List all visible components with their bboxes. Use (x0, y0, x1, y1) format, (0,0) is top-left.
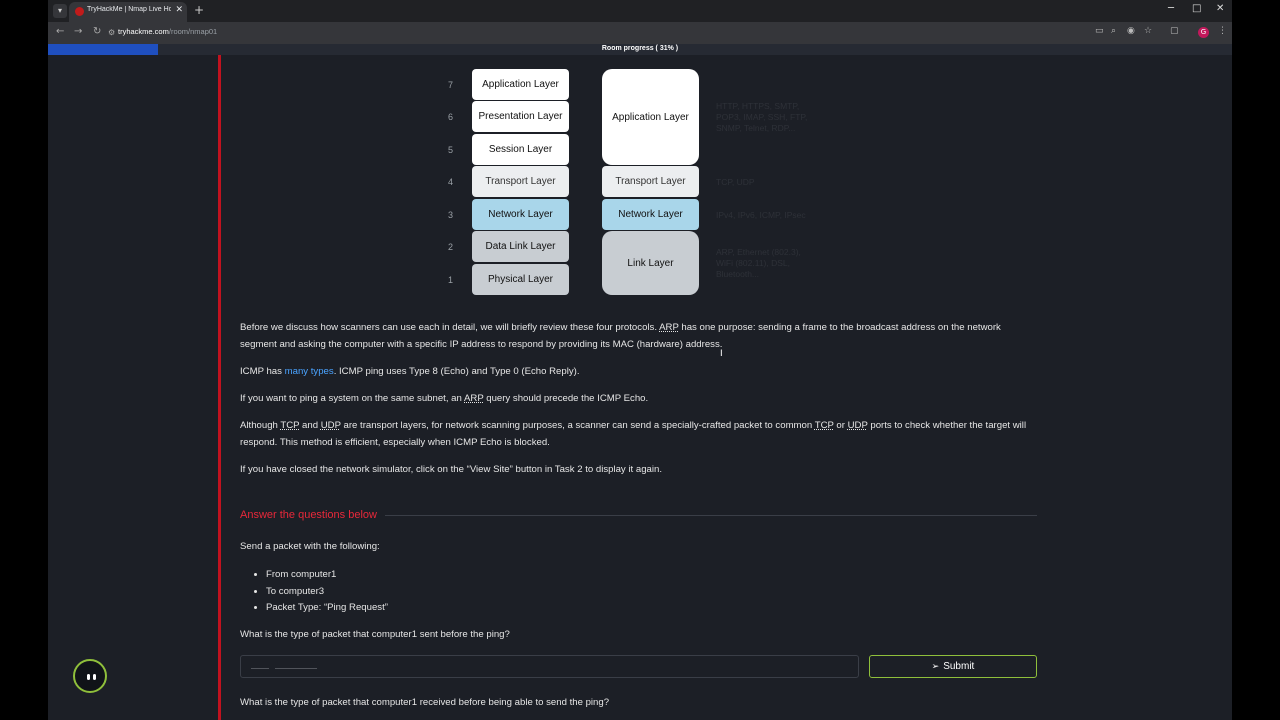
arp-abbr: ARP (659, 322, 679, 333)
submit-label: Submit (943, 661, 975, 672)
tcpip-application-layer: Application Layer (602, 69, 699, 165)
layer-number: 6 (448, 112, 454, 122)
bookmark-star-icon[interactable]: ☆ (1144, 26, 1152, 36)
minimize-icon[interactable]: ─ (1168, 3, 1174, 14)
link-protocols: ARP, Ethernet (802.3), WiFi (802.11), DS… (716, 247, 801, 279)
tab-search-icon[interactable]: ▾ (53, 4, 67, 18)
text-cursor-icon: I (720, 349, 723, 359)
layer-number: 1 (448, 275, 454, 285)
address-bar: ← → ↻ ⚙ tryhackme.com/room/nmap01 ▭ ⌕ ◉ … (48, 22, 1232, 44)
url-path: /room/nmap01 (168, 27, 218, 36)
osi-physical-layer: Physical Layer (472, 264, 569, 295)
tcpip-network-layer: Network Layer (602, 199, 699, 230)
browser-window: ▾ TryHackMe | Nmap Live Host D ✕ + ─ □ ✕… (48, 0, 1232, 720)
tcpip-transport-layer: Transport Layer (602, 166, 699, 197)
question-2-text: What is the type of packet that computer… (240, 697, 610, 708)
answer-input[interactable]: ___ _______ (240, 655, 859, 678)
paragraph-view-site: If you have closed the network simulator… (240, 464, 662, 475)
url-host: tryhackme.com (118, 27, 169, 36)
osi-application-layer: Application Layer (472, 69, 569, 100)
list-item: To computer3 (266, 584, 388, 601)
osi-presentation-layer: Presentation Layer (472, 101, 569, 132)
many-types-link[interactable]: many types (285, 366, 334, 377)
tcp-abbr: TCP (814, 420, 834, 431)
osi-data-link-layer: Data Link Layer (472, 231, 569, 262)
paragraph-icmp: ICMP has many types. ICMP ping uses Type… (240, 366, 580, 377)
bot-eye (87, 674, 90, 680)
question-intro: Send a packet with the following: (240, 541, 380, 552)
answer-questions-heading: Answer the questions below (240, 509, 377, 521)
tryhackme-favicon-icon (75, 7, 84, 16)
tab-title: TryHackMe | Nmap Live Host D (87, 6, 171, 13)
list-item: Packet Type: “Ping Request” (266, 600, 388, 617)
extensions-icon[interactable]: ▢ (1170, 26, 1179, 36)
udp-abbr: UDP (320, 420, 341, 431)
paragraph-arp: Before we discuss how scanners can use e… (240, 322, 1001, 350)
transport-protocols: TCP, UDP (716, 177, 755, 187)
tcpip-link-layer: Link Layer (602, 231, 699, 295)
paragraph-ping-subnet: If you want to ping a system on the same… (240, 393, 649, 404)
layer-number: 7 (448, 80, 454, 90)
list-item: From computer1 (266, 567, 388, 584)
site-info-icon[interactable]: ⚙ (108, 28, 115, 37)
back-icon[interactable]: ← (56, 26, 64, 37)
browser-tab[interactable]: TryHackMe | Nmap Live Host D ✕ (69, 2, 187, 22)
new-tab-button[interactable]: + (194, 3, 204, 17)
room-progress-bar: Room progress ( 31% ) (48, 44, 1232, 55)
reload-icon[interactable]: ↻ (93, 26, 101, 37)
network-protocols: IPv4, IPv6, ICMP, IPsec (716, 210, 806, 220)
application-protocols: HTTP, HTTPS, SMTP, POP3, IMAP, SSH, FTP,… (716, 101, 808, 133)
forward-icon[interactable]: → (74, 26, 82, 37)
page-icon[interactable]: ▭ (1095, 26, 1104, 36)
maximize-icon[interactable]: □ (1192, 3, 1201, 14)
arp-abbr: ARP (464, 393, 484, 404)
bot-eye (93, 674, 96, 680)
close-tab-icon[interactable]: ✕ (175, 5, 183, 15)
tab-bar: ▾ TryHackMe | Nmap Live Host D ✕ + ─ □ ✕ (48, 0, 1232, 22)
osi-transport-layer: Transport Layer (472, 166, 569, 197)
packet-settings-list: From computer1 To computer3 Packet Type:… (254, 567, 388, 617)
submit-button[interactable]: ➢ Submit (869, 655, 1037, 678)
layer-number: 2 (448, 242, 454, 252)
layer-number: 5 (448, 145, 454, 155)
udp-abbr: UDP (847, 420, 868, 431)
room-progress-label: Room progress ( 31% ) (601, 45, 679, 52)
close-window-icon[interactable]: ✕ (1216, 3, 1224, 14)
hide-eye-icon[interactable]: ◉ (1127, 26, 1135, 36)
assistant-bot-icon[interactable] (73, 659, 107, 693)
send-icon: ➢ (931, 661, 940, 671)
question-1-text: What is the type of packet that computer… (240, 629, 510, 640)
task-accent-line (218, 55, 221, 720)
url-field[interactable]: tryhackme.com/room/nmap01 (118, 27, 217, 36)
heading-divider (385, 515, 1037, 516)
layer-number: 4 (448, 177, 454, 187)
osi-session-layer: Session Layer (472, 134, 569, 165)
osi-network-layer: Network Layer (472, 199, 569, 230)
zoom-icon[interactable]: ⌕ (1111, 26, 1116, 36)
paragraph-tcp-udp: Although TCP and UDP are transport layer… (240, 420, 1027, 448)
tcp-abbr: TCP (280, 420, 300, 431)
layer-number: 3 (448, 210, 454, 220)
menu-icon[interactable]: ⋮ (1218, 26, 1227, 36)
profile-avatar[interactable]: G (1198, 27, 1209, 38)
